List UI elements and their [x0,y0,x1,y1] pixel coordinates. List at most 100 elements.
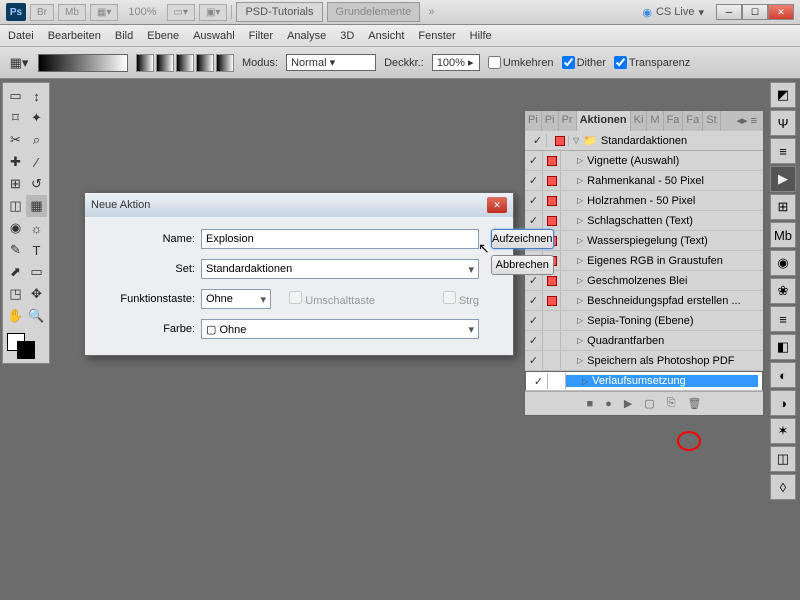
action-item[interactable]: ✓▷Beschneidungspfad erstellen ... [525,291,763,311]
dialog-toggle-icon[interactable] [555,136,565,146]
stop-icon[interactable]: ■ [587,398,594,410]
new-action-icon[interactable]: ⎘ [667,397,676,410]
gradient-types[interactable] [136,54,234,72]
panel-icon[interactable]: ❀ [770,278,796,304]
workspace-tab[interactable]: PSD-Tutorials [236,2,322,22]
minibridge-icon[interactable]: Mb [58,4,86,21]
gradient-tool-icon[interactable]: ▦▾ [8,52,30,74]
hand-tool[interactable]: ✋ [5,305,26,327]
screenmode-icon[interactable]: ▣▾ [199,4,227,21]
maximize-button[interactable]: ☐ [742,4,768,20]
menu-analyse[interactable]: Analyse [287,30,326,42]
color-swatches[interactable] [5,331,47,361]
action-item[interactable]: ✓▷Vignette (Auswahl) [525,151,763,171]
wand-tool[interactable]: ✦ [26,107,47,129]
panel-icon[interactable]: ◉ [770,250,796,276]
type-tool[interactable]: T [26,239,47,261]
gradient-preview[interactable] [38,54,128,72]
panel-icon[interactable]: Ψ [770,110,796,136]
action-item[interactable]: ✓▷Sepia-Toning (Ebene) [525,311,763,331]
menu-fenster[interactable]: Fenster [418,30,455,42]
brush-tool[interactable]: ⁄ [26,151,47,173]
stamp-tool[interactable]: ⊞ [5,173,26,195]
workspace-tab[interactable]: Grundelemente [327,2,421,22]
heal-tool[interactable]: ✚ [5,151,26,173]
panel-tab[interactable]: St [703,111,720,131]
3d-tool[interactable]: ◳ [5,283,26,305]
record-icon[interactable]: ● [605,398,612,410]
panel-icon[interactable]: ◫ [770,446,796,472]
action-item[interactable]: ✓▷Eigenes RGB in Graustufen [525,251,763,271]
play-icon[interactable]: ▶ [624,397,632,410]
modus-select[interactable]: Normal ▾ [286,54,376,71]
color-select[interactable]: ▢ Ohne [201,319,479,339]
panel-icon[interactable]: ◊ [770,474,796,500]
set-select[interactable]: Standardaktionen [201,259,479,279]
shape-tool[interactable]: ▭ [26,261,47,283]
camera-tool[interactable]: ✥ [26,283,47,305]
menu-ansicht[interactable]: Ansicht [368,30,404,42]
crop-tool[interactable]: ✂ [5,129,26,151]
action-item[interactable]: ✓▷Geschmolzenes Blei [525,271,763,291]
record-button[interactable]: Aufzeichnen [491,229,554,249]
action-item[interactable]: ✓▷Verlaufsumsetzung [525,371,763,391]
new-set-icon[interactable]: ▢ [644,397,654,410]
menu-ebene[interactable]: Ebene [147,30,179,42]
close-button[interactable]: ✕ [768,4,794,20]
history-brush-tool[interactable]: ↺ [26,173,47,195]
fkey-select[interactable]: Ohne [201,289,271,309]
minimize-button[interactable]: ─ [716,4,742,20]
gradient-tool[interactable]: ▦ [26,195,47,217]
menu-filter[interactable]: Filter [249,30,273,42]
name-input[interactable] [201,229,479,249]
panel-icon[interactable]: ◩ [770,82,796,108]
eraser-tool[interactable]: ◫ [5,195,26,217]
menu-datei[interactable]: Datei [8,30,34,42]
marquee-tool[interactable]: ↕ [26,85,47,107]
panel-icon[interactable]: ◐ [770,362,796,388]
eyedropper-tool[interactable]: ⌕ [26,129,47,151]
action-item[interactable]: ✓▷Quadrantfarben [525,331,763,351]
menu-hilfe[interactable]: Hilfe [470,30,492,42]
action-item[interactable]: ✓▷Speichern als Photoshop PDF [525,351,763,371]
panel-icon[interactable]: ✶ [770,418,796,444]
menu-3d[interactable]: 3D [340,30,354,42]
panel-play-icon[interactable]: ▶ [770,166,796,192]
trash-icon[interactable]: 🗑 [688,397,702,410]
bridge-icon[interactable]: Br [30,4,54,21]
lasso-tool[interactable]: ⌑ [5,107,26,129]
zoom-tool[interactable]: 🔍 [26,305,47,327]
deck-value[interactable]: 100% ▸ [432,54,480,71]
dialog-close-button[interactable]: ✕ [487,197,507,213]
cancel-button[interactable]: Abbrechen [491,255,554,275]
panel-tab[interactable]: M [647,111,663,131]
menu-auswahl[interactable]: Auswahl [193,30,235,42]
action-item[interactable]: ✓▷Holzrahmen - 50 Pixel [525,191,763,211]
action-item[interactable]: ✓▷Rahmenkanal - 50 Pixel [525,171,763,191]
panel-icon[interactable]: ≡ [770,138,796,164]
panel-tab[interactable]: Ki [631,111,648,131]
action-set-row[interactable]: ✓ ▽📁 Standardaktionen [525,131,763,151]
extras-icon[interactable]: ▭▾ [167,4,195,21]
panel-tab[interactable]: Pi [525,111,542,131]
dither-checkbox[interactable]: Dither [562,56,606,69]
menu-bearbeiten[interactable]: Bearbeiten [48,30,101,42]
dodge-tool[interactable]: ☼ [26,217,47,239]
menu-bild[interactable]: Bild [115,30,133,42]
panel-icon[interactable]: ≡ [770,306,796,332]
zoom-value[interactable]: 100% [122,6,162,18]
panel-tab[interactable]: Pr [559,111,577,131]
panel-tab[interactable]: Fa [664,111,684,131]
panel-menu-icon[interactable]: ◂▸ ≡ [730,111,763,131]
panel-tab-aktionen[interactable]: Aktionen [577,111,631,131]
move-tool[interactable]: ▭ [5,85,26,107]
panel-icon[interactable]: Mb [770,222,796,248]
transparenz-checkbox[interactable]: Transparenz [614,56,690,69]
panel-icon[interactable]: ◑ [770,390,796,416]
path-tool[interactable]: ⬈ [5,261,26,283]
umkehren-checkbox[interactable]: Umkehren [488,56,554,69]
cslive-button[interactable]: ◉CS Live▾ [642,6,704,19]
chevrons-icon[interactable]: » [424,6,438,18]
panel-icon[interactable]: ⊞ [770,194,796,220]
panel-tab[interactable]: Fa [683,111,703,131]
